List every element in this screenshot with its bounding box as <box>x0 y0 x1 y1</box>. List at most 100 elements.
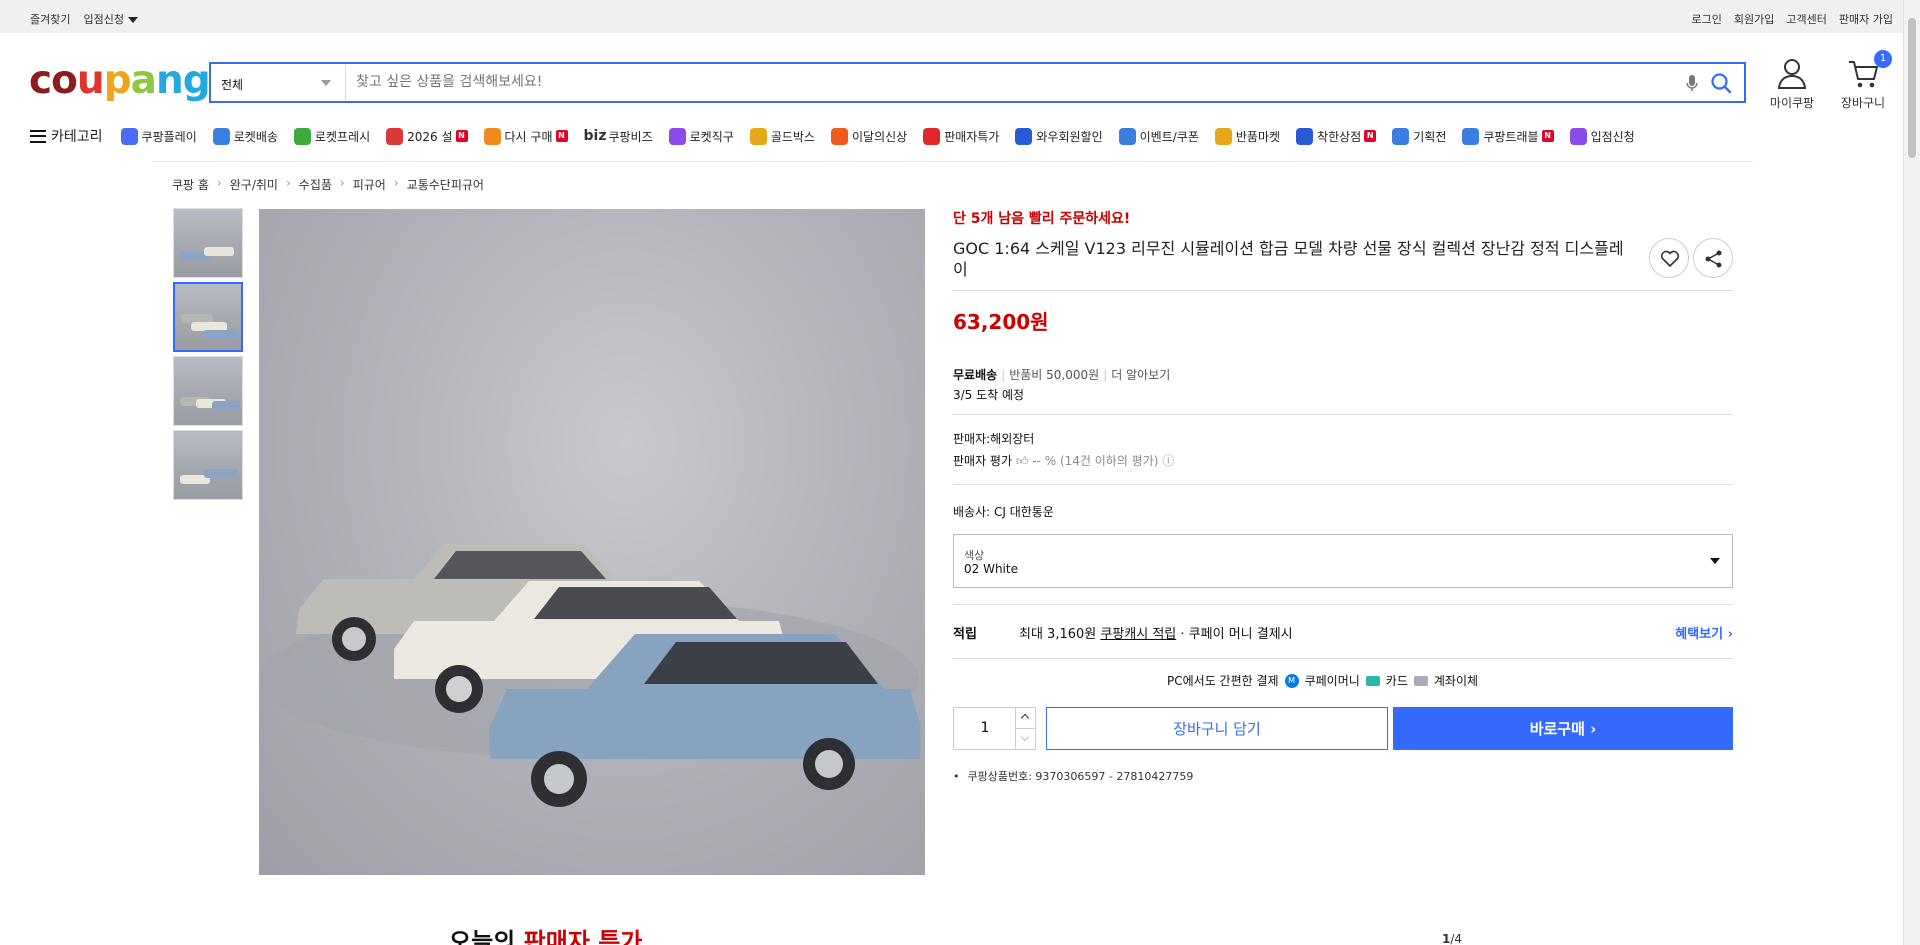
nav-item-16[interactable]: 쿠팡트래블 N <box>1462 127 1554 145</box>
product-main-image[interactable] <box>259 209 925 875</box>
nav-item-label: 와우회원할인 <box>1036 129 1103 144</box>
nav-item-8[interactable]: 골드박스 <box>749 127 815 145</box>
category-menu-button[interactable]: 카테고리 <box>30 126 103 146</box>
nav-item-5[interactable]: 다시 구매 N <box>483 127 568 145</box>
nav-item-label: 착한상점 <box>1317 129 1362 144</box>
easy-pay-row: PC에서도 간편한 결제 M 쿠페이머니 카드 계좌이체 <box>1167 672 1478 689</box>
nav-item-3[interactable]: 로켓프레시 <box>293 127 370 145</box>
benefits-link[interactable]: 혜택보기 › <box>1675 623 1733 642</box>
return-market-icon <box>1214 127 1232 145</box>
nav-item-9[interactable]: 이달의신상 <box>830 127 908 145</box>
search-input[interactable] <box>356 74 1636 90</box>
courier-info: 배송사: CJ 대한통운 <box>953 505 1054 519</box>
cart-button[interactable]: 장바구니 1 <box>1828 50 1898 111</box>
search-category-select[interactable]: 전체 <box>211 64 346 101</box>
scrollbar-thumb[interactable] <box>1908 18 1916 158</box>
mypage-button[interactable]: 마이쿠팡 <box>1757 58 1827 111</box>
nav-item-13[interactable]: 반품마켓 <box>1214 127 1280 145</box>
new-badge-icon: N <box>1541 130 1554 142</box>
new-badge-icon: N <box>555 130 568 142</box>
breadcrumb-item[interactable]: 피규어 <box>353 176 386 193</box>
product-id: 쿠팡상품번호: 9370306597 - 27810427759 <box>953 768 1194 784</box>
mypage-label: 마이쿠팡 <box>1769 96 1815 110</box>
breadcrumb-item[interactable]: 교통수단피규어 <box>407 176 484 193</box>
divider <box>953 290 1733 291</box>
nav-item-label: 다시 구매 <box>504 129 553 144</box>
seller-apply-label: 입점신청 <box>83 13 124 26</box>
return-fee: 반품비 50,000원 <box>1009 368 1100 382</box>
arrival-date: 3/5 도착 예정 <box>953 388 1025 402</box>
deal-title-highlight: 판매자 특가 <box>523 928 643 945</box>
nav-item-1[interactable]: 쿠팡플레이 <box>120 127 197 145</box>
chevron-down-icon <box>321 80 331 86</box>
biz-icon: biz <box>583 128 607 144</box>
logo-letter: c <box>29 58 52 103</box>
goldbox-icon <box>749 127 767 145</box>
coupang-cash-link[interactable]: 쿠팡캐시 적립 <box>1100 627 1176 642</box>
caret-down-icon <box>127 17 138 23</box>
seller-signup-link[interactable]: 판매자 가입 <box>1839 11 1893 27</box>
direct-icon <box>668 127 686 145</box>
page-scrollbar[interactable] <box>1903 0 1920 945</box>
nav-item-15[interactable]: 기획전 <box>1392 127 1446 145</box>
info-icon[interactable]: ⓘ <box>1162 454 1174 468</box>
coupon-icon <box>1118 127 1136 145</box>
store-icon <box>1296 127 1314 145</box>
login-link[interactable]: 로그인 <box>1692 11 1722 27</box>
favorites-link[interactable]: 즐겨찾기 <box>30 11 70 27</box>
thumbnail-2[interactable] <box>173 282 243 352</box>
seller-name[interactable]: 판매자:해외장터 <box>953 430 1034 447</box>
logo-letter: u <box>76 58 105 103</box>
option-select[interactable]: 색상 02 White <box>953 534 1733 588</box>
nav-item-label: 이달의신상 <box>851 129 908 144</box>
basket-icon <box>483 127 501 145</box>
microphone-icon[interactable] <box>1684 73 1700 93</box>
pager-total: /4 <box>1450 932 1463 945</box>
add-to-cart-button[interactable]: 장바구니 담기 <box>1046 707 1388 750</box>
seller-rating-note: (14건 이하의 평가) <box>1059 454 1159 468</box>
coupang-logo[interactable]: coupang <box>29 58 211 103</box>
pay-method-bank: 계좌이체 <box>1433 674 1479 688</box>
nav-item-17[interactable]: 입점신청 <box>1569 127 1635 145</box>
nav-item-6[interactable]: biz 쿠팡비즈 <box>584 128 653 145</box>
tag-icon <box>1392 127 1410 145</box>
quantity-increase-button[interactable] <box>1015 708 1035 729</box>
thumbnail-1[interactable] <box>173 208 243 278</box>
share-button[interactable] <box>1693 238 1733 278</box>
seller-rating-label: 판매자 평가 <box>953 454 1013 468</box>
benefits-label: 혜택보기 <box>1675 627 1724 642</box>
cart-count-badge: 1 <box>1874 50 1892 68</box>
breadcrumb-item[interactable]: 수집품 <box>299 176 332 193</box>
seller-apply-link[interactable]: 입점신청 <box>83 11 138 27</box>
option-value: 02 White <box>964 562 1018 576</box>
shipping-info: 무료배송 | 반품비 50,000원 | 더 알아보기 <box>953 368 1171 382</box>
quantity-decrease-button[interactable] <box>1015 729 1035 750</box>
nav-item-label: 이벤트/쿠폰 <box>1139 129 1199 144</box>
new-badge-icon: N <box>1364 130 1377 142</box>
pay-method-coupay: 쿠페이머니 <box>1304 674 1360 688</box>
rocket-fresh-icon <box>293 127 311 145</box>
breadcrumb-item[interactable]: 쿠팡 홈 <box>172 176 209 193</box>
search-icon[interactable] <box>1710 72 1732 94</box>
thumbnail-4[interactable] <box>173 430 243 500</box>
apply-icon <box>1569 127 1587 145</box>
deal-title-prefix: 오늘의 <box>449 928 516 945</box>
signup-link[interactable]: 회원가입 <box>1734 11 1774 27</box>
nav-item-12[interactable]: 이벤트/쿠폰 <box>1118 127 1199 145</box>
learn-more-link[interactable]: 더 알아보기 <box>1111 368 1170 382</box>
breadcrumb-item[interactable]: 완구/취미 <box>230 176 278 193</box>
nav-item-2[interactable]: 로켓배송 <box>212 127 278 145</box>
quantity-input[interactable] <box>954 720 1016 736</box>
nav-item-4[interactable]: 2026 설N <box>386 127 468 145</box>
nav-item-7[interactable]: 로켓직구 <box>668 127 734 145</box>
nav-item-11[interactable]: 와우회원할인 <box>1015 127 1103 145</box>
customer-center-link[interactable]: 고객센터 <box>1786 11 1826 27</box>
wishlist-button[interactable] <box>1649 238 1689 278</box>
cart-label: 장바구니 <box>1840 96 1886 110</box>
nav-item-14[interactable]: 착한상점 N <box>1296 127 1377 145</box>
chevron-down-icon <box>1710 558 1720 564</box>
nav-item-10[interactable]: 판매자특가 <box>923 127 999 145</box>
buy-now-button[interactable]: 바로구매 › <box>1393 707 1733 750</box>
thumbnail-list <box>173 208 243 504</box>
thumbnail-3[interactable] <box>173 356 243 426</box>
